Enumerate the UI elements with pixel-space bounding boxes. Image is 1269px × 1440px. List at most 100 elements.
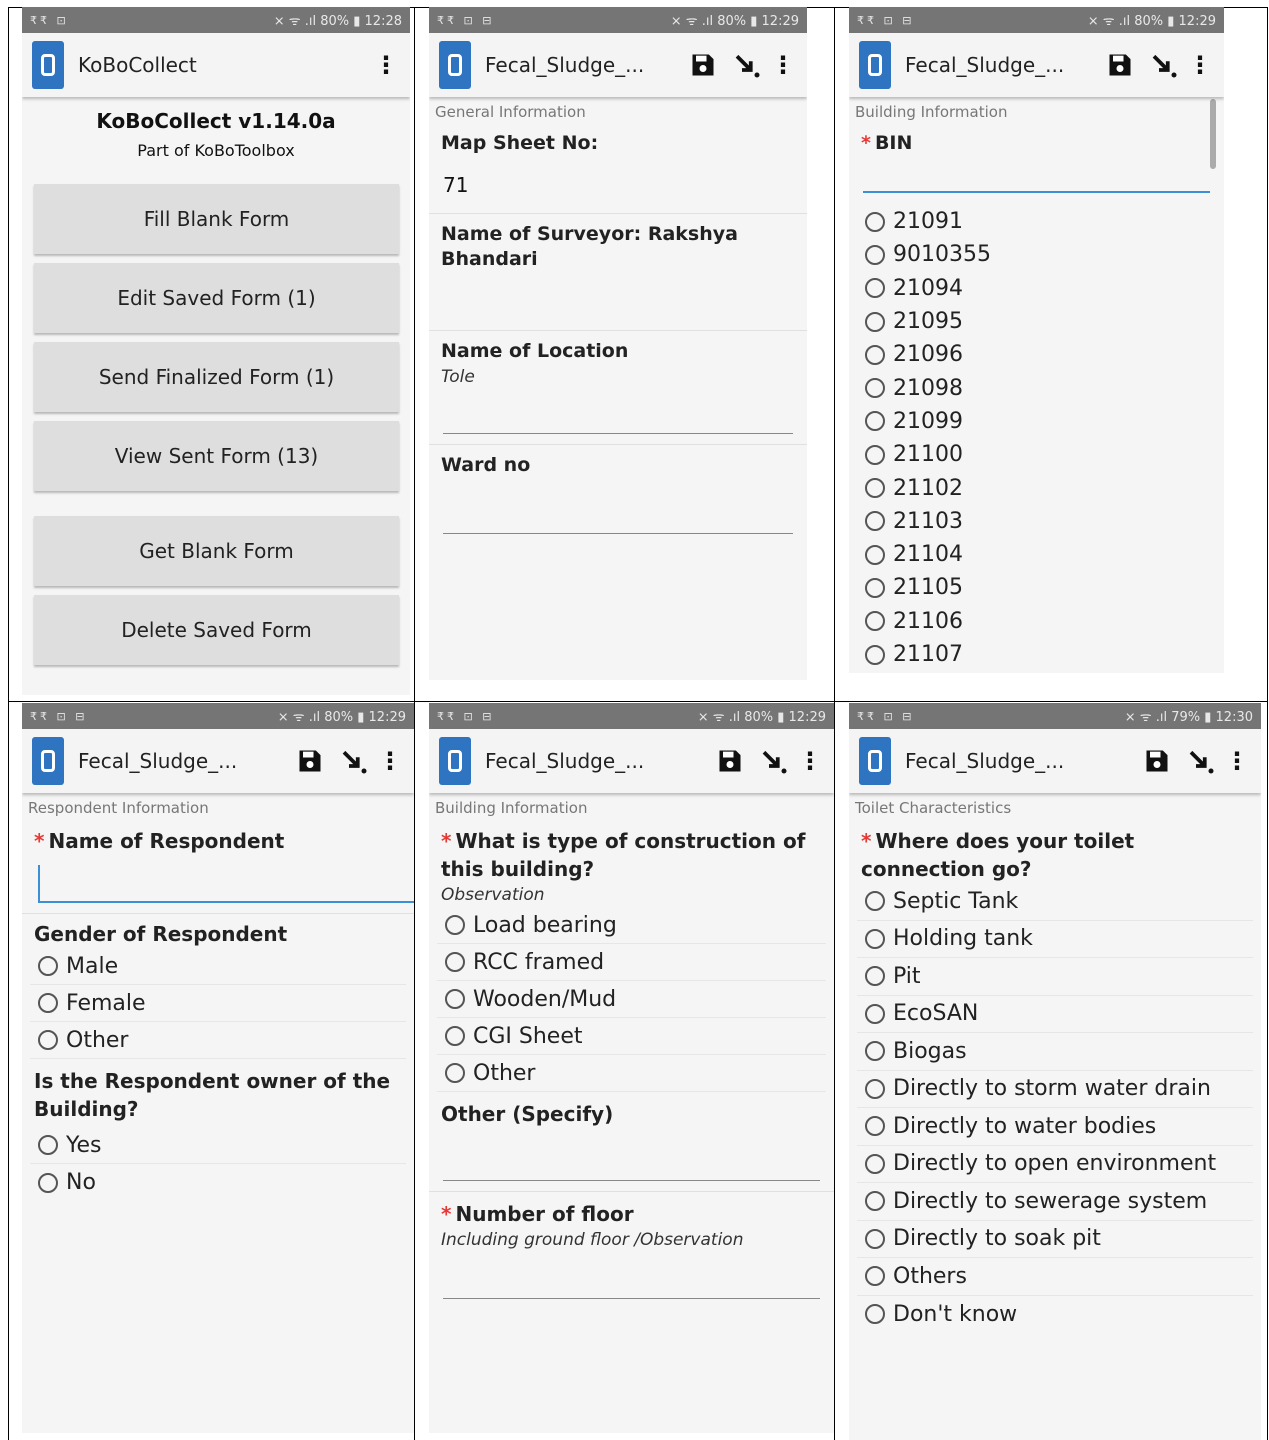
- overflow-menu-icon[interactable]: ⋮: [376, 747, 404, 775]
- status-bar: ₹₹ ⊡ ⨯ ᯤ .ıl 80% ▮ 12:28: [22, 7, 410, 33]
- option-label: Others: [893, 1263, 967, 1289]
- grid-border: [8, 7, 9, 1440]
- ward-input[interactable]: [443, 533, 793, 534]
- status-left-icons: ₹₹ ⊡ ⊟: [30, 709, 88, 723]
- overflow-menu-icon[interactable]: ⋮: [796, 747, 824, 775]
- bin-option[interactable]: 21106: [857, 605, 1216, 638]
- screen-main-menu: ₹₹ ⊡ ⨯ ᯤ .ıl 80% ▮ 12:28 KoBoCollect ⋮ Ko…: [22, 7, 410, 695]
- bin-option[interactable]: 21107: [857, 638, 1216, 671]
- app-title: KoBoCollect: [78, 53, 197, 77]
- construction-option[interactable]: Wooden/Mud: [437, 981, 826, 1018]
- toilet-option[interactable]: Directly to sewerage system: [857, 1183, 1253, 1221]
- gender-label: Gender of Respondent: [34, 922, 288, 946]
- toilet-option[interactable]: Others: [857, 1258, 1253, 1296]
- bin-option[interactable]: 21095: [857, 305, 1216, 338]
- toilet-option[interactable]: Holding tank: [857, 921, 1253, 958]
- overflow-menu-icon[interactable]: ⋮: [769, 51, 797, 79]
- toilet-option[interactable]: Directly to storm water drain: [857, 1071, 1253, 1108]
- radio-circle-icon: [445, 1063, 465, 1083]
- respondent-name-label-text: Name of Respondent: [48, 829, 285, 853]
- toilet-option[interactable]: Pit: [857, 958, 1253, 996]
- toilet-option[interactable]: Septic Tank: [857, 883, 1253, 921]
- save-icon[interactable]: [708, 739, 752, 783]
- bin-option[interactable]: 21104: [857, 538, 1216, 571]
- radio-circle-icon: [445, 989, 465, 1009]
- radio-circle-icon: [865, 1228, 885, 1249]
- radio-circle-icon: [865, 511, 885, 532]
- option-label: 21091: [893, 209, 963, 235]
- kobo-logo-icon: [859, 737, 891, 785]
- bin-option[interactable]: 21091: [857, 205, 1216, 238]
- radio-circle-icon: [445, 1026, 465, 1046]
- location-input[interactable]: [443, 433, 793, 434]
- bin-option[interactable]: 21094: [857, 272, 1216, 305]
- option-label: Directly to water bodies: [893, 1113, 1157, 1139]
- construction-option[interactable]: RCC framed: [437, 944, 826, 981]
- bin-option[interactable]: 21099: [857, 405, 1216, 438]
- jump-to-question-icon[interactable]: [725, 43, 769, 87]
- owner-option-yes[interactable]: Yes: [30, 1127, 406, 1164]
- jump-to-question-icon[interactable]: [332, 739, 376, 783]
- owner-option-no[interactable]: No: [30, 1164, 406, 1201]
- construction-option[interactable]: Load bearing: [437, 907, 826, 944]
- overflow-menu-icon[interactable]: ⋮: [1223, 747, 1251, 775]
- option-label: 21103: [893, 508, 963, 534]
- bin-option[interactable]: 21096: [857, 338, 1216, 371]
- save-icon[interactable]: [1098, 43, 1142, 87]
- overflow-menu-icon[interactable]: ⋮: [1186, 51, 1214, 79]
- respondent-name-input[interactable]: [38, 863, 414, 903]
- kobo-logo-icon: [32, 737, 64, 785]
- jump-to-question-icon[interactable]: [1142, 43, 1186, 87]
- get-blank-form-button[interactable]: Get Blank Form: [34, 516, 399, 586]
- gender-option-male[interactable]: Male: [30, 948, 406, 985]
- option-label: Female: [66, 990, 146, 1016]
- option-label: Load bearing: [473, 912, 617, 938]
- bin-option[interactable]: 9010355: [857, 238, 1216, 271]
- toilet-option[interactable]: Directly to soak pit: [857, 1221, 1253, 1258]
- gender-option-other[interactable]: Other: [30, 1022, 406, 1059]
- bin-option[interactable]: 21098: [857, 371, 1216, 404]
- app-bar: Fecal_Sludge_... ⋮: [849, 729, 1261, 793]
- toilet-option[interactable]: Directly to water bodies: [857, 1108, 1253, 1146]
- status-left-icons: ₹₹ ⊡ ⊟: [857, 13, 915, 27]
- bin-option[interactable]: 21105: [857, 571, 1216, 604]
- option-label: Holding tank: [893, 926, 1033, 952]
- bin-option[interactable]: 21100: [857, 438, 1216, 471]
- floor-count-input[interactable]: [443, 1298, 820, 1299]
- toilet-option[interactable]: Directly to open environment: [857, 1146, 1253, 1183]
- send-finalized-form-button[interactable]: Send Finalized Form (1): [34, 342, 399, 412]
- scrollbar[interactable]: [1210, 99, 1216, 169]
- construction-option[interactable]: Other: [437, 1055, 826, 1092]
- edit-saved-form-button[interactable]: Edit Saved Form (1): [34, 263, 399, 333]
- save-icon[interactable]: [288, 739, 332, 783]
- jump-to-question-icon[interactable]: [1179, 739, 1223, 783]
- save-icon[interactable]: [681, 43, 725, 87]
- delete-saved-form-button[interactable]: Delete Saved Form: [34, 595, 399, 665]
- toilet-option[interactable]: EcoSAN: [857, 996, 1253, 1033]
- bin-option[interactable]: 21103: [857, 505, 1216, 538]
- status-bar: ₹₹ ⊡ ⊟ ⨯ ᯤ .ıl 80% ▮ 12:29: [429, 7, 807, 33]
- toilet-option[interactable]: Don't know: [857, 1296, 1253, 1334]
- toilet-option[interactable]: Biogas: [857, 1033, 1253, 1071]
- construction-type-hint: Observation: [441, 885, 545, 905]
- other-specify-label: Other (Specify): [441, 1102, 614, 1126]
- bin-option[interactable]: 21102: [857, 471, 1216, 504]
- option-label: 21102: [893, 475, 963, 501]
- option-label: 21106: [893, 608, 963, 634]
- floor-count-hint: Including ground floor /Observation: [441, 1230, 744, 1250]
- view-sent-form-button[interactable]: View Sent Form (13): [34, 421, 399, 491]
- gender-option-female[interactable]: Female: [30, 985, 406, 1022]
- bin-input[interactable]: [863, 191, 1210, 193]
- construction-option[interactable]: CGI Sheet: [437, 1018, 826, 1055]
- option-label: Directly to sewerage system: [893, 1188, 1208, 1214]
- overflow-menu-icon[interactable]: ⋮: [372, 51, 400, 79]
- option-label: Directly to open environment: [893, 1151, 1217, 1177]
- jump-to-question-icon[interactable]: [752, 739, 796, 783]
- fill-blank-form-button[interactable]: Fill Blank Form: [34, 184, 399, 254]
- save-icon[interactable]: [1135, 739, 1179, 783]
- other-specify-input[interactable]: [443, 1180, 820, 1181]
- kobo-logo-icon: [439, 737, 471, 785]
- location-label: Name of Location: [441, 340, 629, 362]
- part-of-text: Part of KoBoToolbox: [137, 141, 295, 160]
- construction-type-label: * What is type of construction of this bu…: [429, 827, 834, 883]
